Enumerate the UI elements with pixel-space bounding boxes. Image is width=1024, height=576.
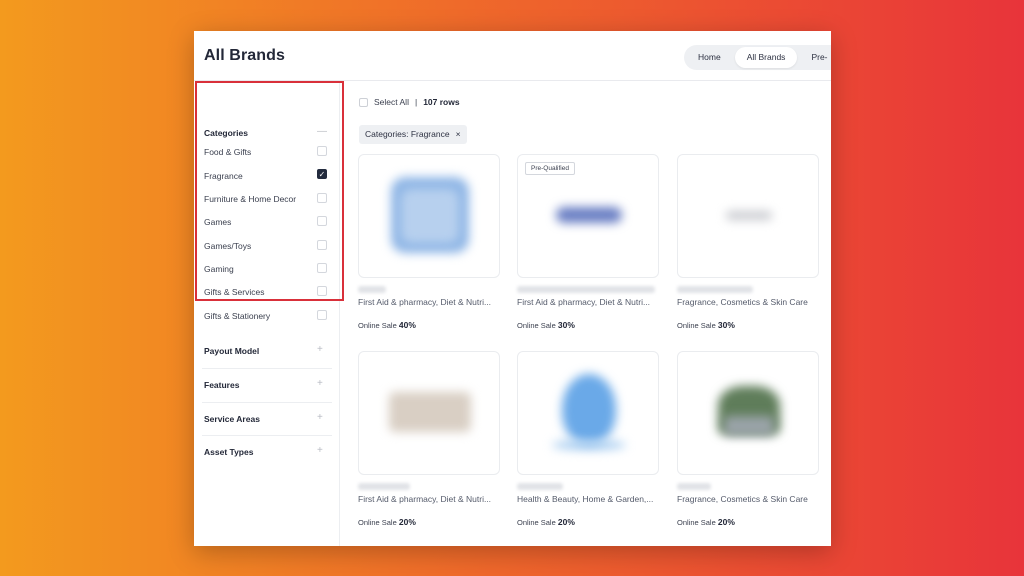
- check-icon: ✓: [318, 170, 326, 179]
- brand-sale: Online Sale 20%: [358, 517, 416, 527]
- category-games-toys: Games/Toys: [204, 241, 252, 251]
- brand-logo: [677, 154, 819, 278]
- service-areas-section[interactable]: Service Areas: [204, 414, 260, 424]
- category-gaming: Gaming: [204, 264, 234, 274]
- brand-categories: First Aid & pharmacy, Diet & Nutri...: [358, 297, 492, 307]
- category-food-gifts-checkbox[interactable]: [317, 146, 327, 156]
- category-gifts-stationery-checkbox[interactable]: [317, 310, 327, 320]
- brand-name-blurred: [677, 286, 753, 293]
- brand-logo: [358, 351, 500, 475]
- brand-logo: [517, 351, 659, 475]
- category-gifts-stationery: Gifts & Stationery: [204, 311, 271, 321]
- brand-name-blurred: [358, 286, 386, 293]
- brand-logo: [677, 351, 819, 475]
- category-games: Games: [204, 217, 232, 227]
- header: All Brands Home All Brands Pre-: [194, 31, 831, 81]
- brand-categories: Fragrance, Cosmetics & Skin Care: [677, 297, 808, 307]
- rows-count: 107 rows: [423, 97, 460, 107]
- brand-sale: Online Sale 20%: [677, 517, 735, 527]
- filter-sidebar: Categories — Food & Gifts Fragrance ✓ Fu…: [194, 81, 344, 546]
- tab-all-brands[interactable]: All Brands: [734, 47, 798, 68]
- brand-card[interactable]: First Aid & pharmacy, Diet & Nutri... On…: [358, 154, 500, 330]
- brand-categories: Health & Beauty, Home & Garden,...: [517, 494, 654, 504]
- category-fragrance: Fragrance: [204, 171, 243, 181]
- asset-types-expand-toggle[interactable]: +: [317, 445, 323, 456]
- service-areas-expand-toggle[interactable]: +: [317, 412, 323, 423]
- section-divider: [202, 435, 332, 436]
- section-divider: [202, 402, 332, 403]
- features-expand-toggle[interactable]: +: [317, 378, 323, 389]
- app-window: All Brands Home All Brands Pre- Categori…: [194, 31, 831, 546]
- category-gifts-services: Gifts & Services: [204, 287, 265, 297]
- brand-card[interactable]: Pre-Qualified First Aid & pharmacy, Diet…: [517, 154, 659, 330]
- brand-name-blurred: [358, 483, 410, 490]
- select-all-checkbox[interactable]: [359, 97, 368, 107]
- brand-logo: [358, 154, 500, 278]
- features-section[interactable]: Features: [204, 380, 239, 390]
- categories-title: Categories: [204, 128, 248, 138]
- filter-chip-label: Categories: Fragrance: [365, 129, 450, 139]
- brand-card[interactable]: Fragrance, Cosmetics & Skin Care Online …: [677, 154, 819, 330]
- brand-categories: First Aid & pharmacy, Diet & Nutri...: [517, 297, 651, 307]
- brand-card[interactable]: First Aid & pharmacy, Diet & Nutri... On…: [358, 351, 500, 527]
- brand-name-blurred: [517, 286, 655, 293]
- categories-collapse-toggle[interactable]: —: [317, 126, 327, 137]
- brand-categories: First Aid & pharmacy, Diet & Nutri...: [358, 494, 492, 504]
- brand-name-blurred: [517, 483, 563, 490]
- asset-types-section[interactable]: Asset Types: [204, 447, 253, 457]
- nav-tabs: Home All Brands Pre-: [684, 45, 831, 70]
- brand-sale: Online Sale 30%: [517, 320, 575, 330]
- payout-model-expand-toggle[interactable]: +: [317, 344, 323, 355]
- section-divider: [202, 368, 332, 369]
- category-furniture: Furniture & Home Decor: [204, 194, 297, 204]
- category-gifts-services-checkbox[interactable]: [317, 286, 327, 296]
- close-icon[interactable]: ×: [456, 125, 461, 144]
- brand-name-blurred: [677, 483, 711, 490]
- select-all-row: Select All | 107 rows: [359, 97, 460, 107]
- category-furniture-checkbox[interactable]: [317, 193, 327, 203]
- brand-sale: Online Sale 20%: [517, 517, 575, 527]
- brand-sale: Online Sale 30%: [677, 320, 735, 330]
- payout-model-section[interactable]: Payout Model: [204, 346, 259, 356]
- tab-home[interactable]: Home: [686, 47, 733, 68]
- category-gaming-checkbox[interactable]: [317, 263, 327, 273]
- filter-chip-fragrance: Categories: Fragrance ×: [359, 125, 467, 144]
- pre-qualified-badge: Pre-Qualified: [525, 162, 575, 175]
- select-all-label[interactable]: Select All: [374, 97, 409, 107]
- brand-sale: Online Sale 40%: [358, 320, 416, 330]
- brands-grid-panel: Select All | 107 rows Categories: Fragra…: [341, 81, 831, 546]
- brand-categories: Fragrance, Cosmetics & Skin Care: [677, 494, 808, 504]
- category-games-toys-checkbox[interactable]: [317, 240, 327, 250]
- category-games-checkbox[interactable]: [317, 216, 327, 226]
- page-title: All Brands: [204, 47, 286, 64]
- brand-card[interactable]: Fragrance, Cosmetics & Skin Care Online …: [677, 351, 819, 527]
- category-fragrance-checkbox[interactable]: ✓: [317, 169, 327, 179]
- brand-card[interactable]: Health & Beauty, Home & Garden,... Onlin…: [517, 351, 659, 527]
- brand-logo: Pre-Qualified: [517, 154, 659, 278]
- tab-pre-qualified[interactable]: Pre-: [799, 47, 831, 68]
- separator: |: [414, 97, 418, 107]
- category-food-gifts: Food & Gifts: [204, 147, 252, 157]
